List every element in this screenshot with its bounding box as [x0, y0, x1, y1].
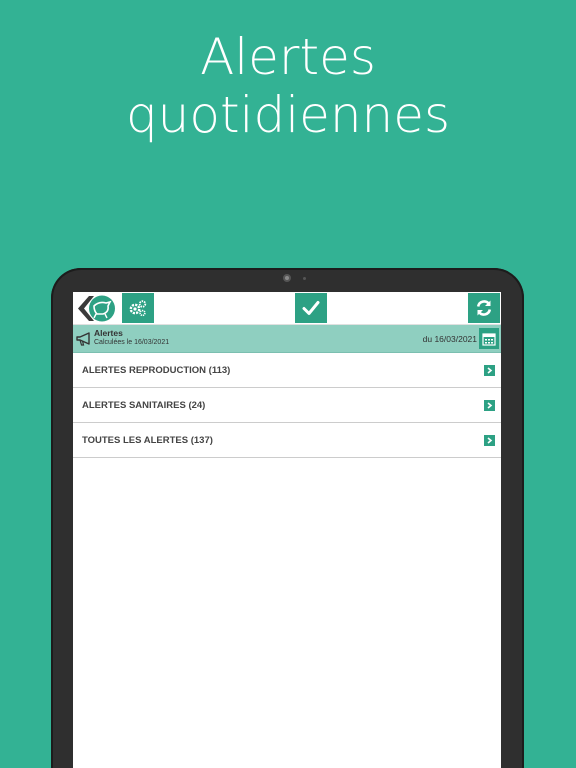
- chevron-right-icon: [484, 435, 495, 446]
- refresh-button[interactable]: [468, 293, 500, 323]
- chevron-right-icon: [484, 400, 495, 411]
- list-item-label: ALERTES SANITAIRES (24): [82, 399, 206, 411]
- refresh-icon: [476, 300, 492, 316]
- list-item-label: TOUTES LES ALERTES (137): [82, 434, 213, 446]
- tablet-frame: Alertes Calculées le 16/03/2021 du 16/03…: [51, 268, 524, 768]
- alerts-list: ALERTES REPRODUCTION (113) ALERTES SANIT…: [73, 353, 501, 458]
- alerts-title: Alertes: [94, 328, 123, 338]
- list-item-reproduction-alerts[interactable]: ALERTES REPRODUCTION (113): [73, 353, 501, 388]
- calendar-button[interactable]: [479, 328, 499, 349]
- marketing-headline: Alertes quotidiennes: [0, 28, 576, 144]
- app-toolbar: [73, 292, 501, 325]
- headline-line-2: quotidiennes: [125, 86, 451, 144]
- chevron-right-icon: [484, 365, 495, 376]
- list-item-label: ALERTES REPRODUCTION (113): [82, 364, 231, 376]
- sensor-dot: [303, 277, 306, 280]
- calendar-icon: [482, 332, 496, 346]
- calculated-date: Calculées le 16/03/2021: [94, 339, 170, 346]
- headline-line-1: Alertes: [200, 28, 376, 86]
- gears-icon: [129, 300, 147, 317]
- validate-button[interactable]: [295, 293, 327, 323]
- selected-date: du 16/03/2021: [422, 334, 477, 344]
- settings-button[interactable]: [122, 293, 154, 323]
- camera-icon: [283, 274, 291, 282]
- list-item-health-alerts[interactable]: ALERTES SANITAIRES (24): [73, 388, 501, 423]
- app-screen: Alertes Calculées le 16/03/2021 du 16/03…: [73, 292, 501, 768]
- list-item-all-alerts[interactable]: TOUTES LES ALERTES (137): [73, 423, 501, 458]
- app-logo-icon[interactable]: [75, 293, 117, 324]
- megaphone-icon: [76, 332, 90, 346]
- alerts-header: Alertes Calculées le 16/03/2021 du 16/03…: [73, 325, 501, 353]
- check-icon: [302, 301, 320, 315]
